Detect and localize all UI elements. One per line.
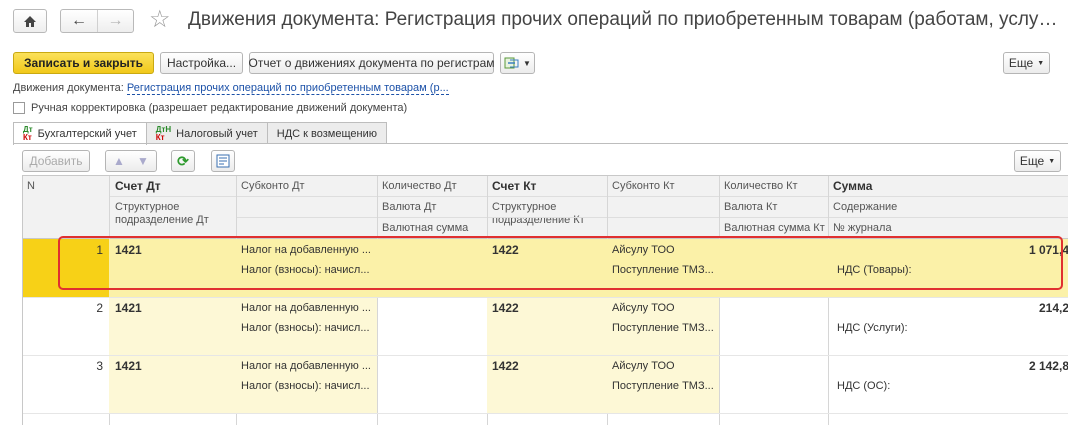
grid-header: N Счет Дт Субконто Дт Количество Дт Счет…: [23, 176, 1068, 239]
col-qty-kt[interactable]: Количество Кт: [720, 180, 798, 192]
col-dept-dt[interactable]: Структурное подразделение Дт: [111, 201, 235, 227]
col-content[interactable]: Содержание: [829, 201, 897, 213]
sum: 2 142,8: [1028, 359, 1068, 373]
row-divider: [23, 413, 1068, 414]
forward-arrow-icon[interactable]: →: [97, 10, 133, 32]
tab-accounting[interactable]: Дт Кт Бухгалтерский учет: [13, 122, 147, 145]
document-link-prefix: Движения документа:: [13, 82, 124, 94]
col-currency-dt[interactable]: Валюта Дт: [378, 201, 436, 213]
report-button[interactable]: Отчет о движениях документа по регистрам: [249, 52, 495, 74]
export-dropdown-button[interactable]: ▼: [500, 52, 535, 74]
header-divider: [236, 217, 1068, 218]
tab-label: Налоговый учет: [176, 127, 258, 140]
move-down-icon[interactable]: ▼: [131, 154, 155, 168]
col-currency-kt[interactable]: Валюта Кт: [720, 201, 777, 213]
subconto-kt-1: Айсулу ТОО: [612, 360, 675, 372]
account-dt: 1421: [115, 301, 142, 315]
export-icon: [504, 57, 519, 69]
col-subconto-kt[interactable]: Субконто Кт: [608, 180, 675, 192]
title-bar: ← → ☆ Движения документа: Регистрация пр…: [0, 0, 1068, 44]
col-subconto-dt[interactable]: Субконто Дт: [237, 180, 305, 192]
home-button[interactable]: [13, 9, 47, 33]
more-label: Еще: [1008, 56, 1034, 70]
save-close-button[interactable]: Записать и закрыть: [13, 52, 154, 74]
export-list-icon: [216, 154, 230, 168]
row-divider: [23, 355, 1068, 356]
col-account-kt[interactable]: Счет Кт: [488, 179, 536, 193]
more-button[interactable]: Еще ▼: [1003, 52, 1050, 74]
grid-more-button[interactable]: Еще ▼: [1014, 150, 1061, 172]
sum: 214,2: [1038, 301, 1068, 315]
highlight-frame: [58, 236, 1063, 290]
register-tabs: Дт Кт Бухгалтерский учет ДтН Кт Налоговый …: [13, 122, 387, 145]
col-dept-kt[interactable]: Структурное подразделение Кт: [488, 201, 606, 227]
col-currency-sum-kt[interactable]: Валютная сумма Кт: [720, 222, 825, 234]
tab-label: НДС к возмещению: [276, 127, 377, 140]
document-link[interactable]: Регистрация прочих операций по приобрете…: [126, 82, 449, 95]
subconto-dt-2: Налог (взносы): начисл...: [241, 322, 370, 334]
window-title: Движения документа: Регистрация прочих о…: [188, 9, 1058, 30]
account-kt: 1422: [492, 359, 519, 373]
favorite-star-icon[interactable]: ☆: [149, 6, 171, 34]
subconto-kt-2: Поступление ТМЗ...: [612, 322, 714, 334]
chevron-down-icon: ▼: [1048, 157, 1056, 165]
document-link-line: Движения документа: Регистрация прочих о…: [13, 82, 449, 95]
accounting-register-icon: Дт Кт: [23, 125, 33, 142]
row-number: 3: [96, 359, 103, 373]
manual-adjust-checkbox[interactable]: [13, 102, 25, 114]
manual-adjust-label: Ручная корректировка (разрешает редактир…: [31, 102, 408, 114]
account-dt: 1421: [115, 359, 142, 373]
col-n[interactable]: N: [23, 180, 35, 192]
tab-vat[interactable]: НДС к возмещению: [266, 122, 387, 144]
refresh-icon: ⟳: [177, 152, 189, 169]
tax-register-icon: ДтН Кт: [155, 124, 172, 142]
export-grid-button[interactable]: [211, 150, 235, 172]
chevron-down-icon: ▼: [1037, 59, 1045, 67]
move-buttons: ▲ ▼: [105, 150, 157, 172]
col-qty-dt[interactable]: Количество Дт: [378, 180, 457, 192]
col-sum[interactable]: Сумма: [829, 179, 872, 193]
row-divider: [23, 297, 1068, 298]
col-journal[interactable]: № журнала: [829, 222, 892, 234]
chevron-down-icon: ▼: [523, 58, 531, 68]
tab-divider: [13, 143, 1068, 144]
account-kt: 1422: [492, 301, 519, 315]
settings-button[interactable]: Настройка...: [160, 52, 243, 74]
subconto-dt-1: Налог на добавленную ...: [241, 360, 371, 372]
content: НДС (ОС):: [837, 380, 891, 392]
col-currency-sum-dt[interactable]: Валютная сумма: [378, 222, 468, 234]
history-nav: ← →: [60, 9, 134, 33]
table-row[interactable]: 2 1421 Налог на добавленную ... Налог (в…: [23, 297, 1068, 355]
tab-tax[interactable]: ДтН Кт Налоговый учет: [145, 122, 268, 144]
add-button[interactable]: Добавить: [22, 150, 90, 172]
subconto-kt-2: Поступление ТМЗ...: [612, 380, 714, 392]
tab-label: Бухгалтерский учет: [37, 128, 137, 140]
back-arrow-icon[interactable]: ←: [61, 10, 97, 32]
move-up-icon[interactable]: ▲: [107, 154, 131, 168]
home-icon: [24, 15, 36, 27]
col-account-dt[interactable]: Счет Дт: [111, 179, 161, 193]
manual-adjust-line: Ручная корректировка (разрешает редактир…: [13, 102, 407, 114]
grid-more-label: Еще: [1019, 154, 1045, 168]
header-divider: [109, 196, 1068, 197]
movements-grid: N Счет Дт Субконто Дт Количество Дт Счет…: [22, 175, 1068, 425]
content: НДС (Услуги):: [837, 322, 908, 334]
subconto-dt-2: Налог (взносы): начисл...: [241, 380, 370, 392]
subconto-dt-1: Налог на добавленную ...: [241, 302, 371, 314]
row-number: 2: [96, 301, 103, 315]
table-row[interactable]: 3 1421 Налог на добавленную ... Налог (в…: [23, 355, 1068, 413]
refresh-button[interactable]: ⟳: [171, 150, 195, 172]
subconto-kt-1: Айсулу ТОО: [612, 302, 675, 314]
